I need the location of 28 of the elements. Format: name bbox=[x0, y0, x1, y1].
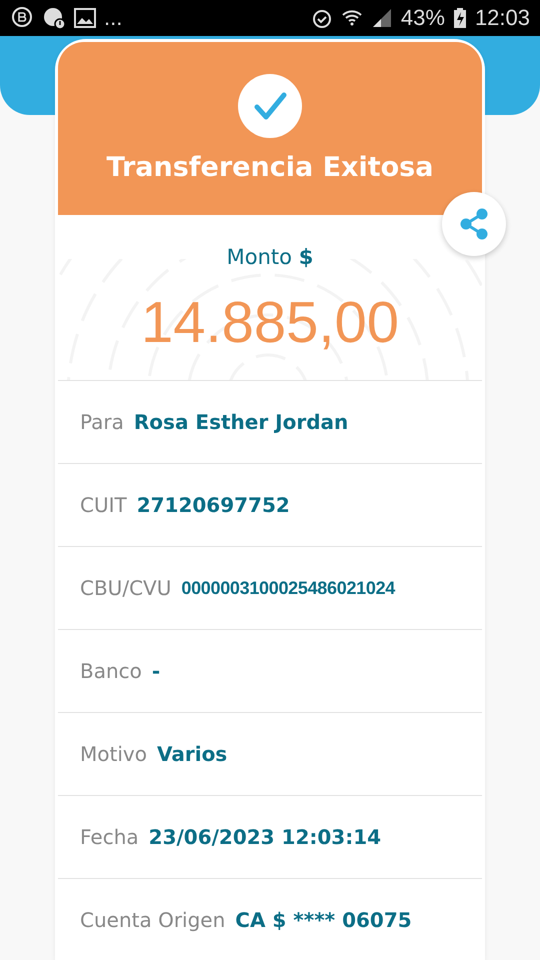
detail-label: Fecha bbox=[80, 825, 139, 849]
battery-percentage: 43% bbox=[400, 5, 445, 31]
detail-value: 27120697752 bbox=[136, 493, 290, 517]
battery-icon bbox=[452, 7, 467, 29]
signal-icon bbox=[370, 7, 393, 29]
detail-label: CBU/CVU bbox=[80, 576, 172, 600]
success-title: Transferencia Exitosa bbox=[106, 152, 434, 183]
clock-time: 12:03 bbox=[474, 5, 530, 31]
detail-label: Para bbox=[80, 410, 124, 434]
detail-label: Motivo bbox=[80, 742, 147, 766]
amount-value: 14.885,00 bbox=[140, 289, 400, 356]
image-icon bbox=[74, 8, 96, 28]
detail-value: 0000003100025486021024 bbox=[181, 578, 395, 598]
detail-value: Varios bbox=[156, 742, 228, 766]
detail-label: CUIT bbox=[80, 493, 127, 517]
share-button[interactable] bbox=[442, 192, 506, 256]
detail-label: Cuenta Origen bbox=[80, 908, 226, 932]
detail-value: CA $ **** 06075 bbox=[235, 908, 412, 932]
detail-value: 23/06/2023 12:03:14 bbox=[148, 825, 382, 849]
share-icon bbox=[458, 207, 490, 241]
detail-label: Banco bbox=[80, 659, 142, 683]
alarm-icon bbox=[310, 7, 333, 29]
amount-label: Monto $ bbox=[226, 245, 314, 269]
notification-overflow: ... bbox=[104, 5, 122, 31]
detail-value: Rosa Esther Jordan bbox=[134, 410, 348, 434]
detail-value: - bbox=[152, 659, 160, 683]
alert-icon bbox=[42, 6, 66, 30]
checkmark-icon bbox=[238, 74, 302, 138]
